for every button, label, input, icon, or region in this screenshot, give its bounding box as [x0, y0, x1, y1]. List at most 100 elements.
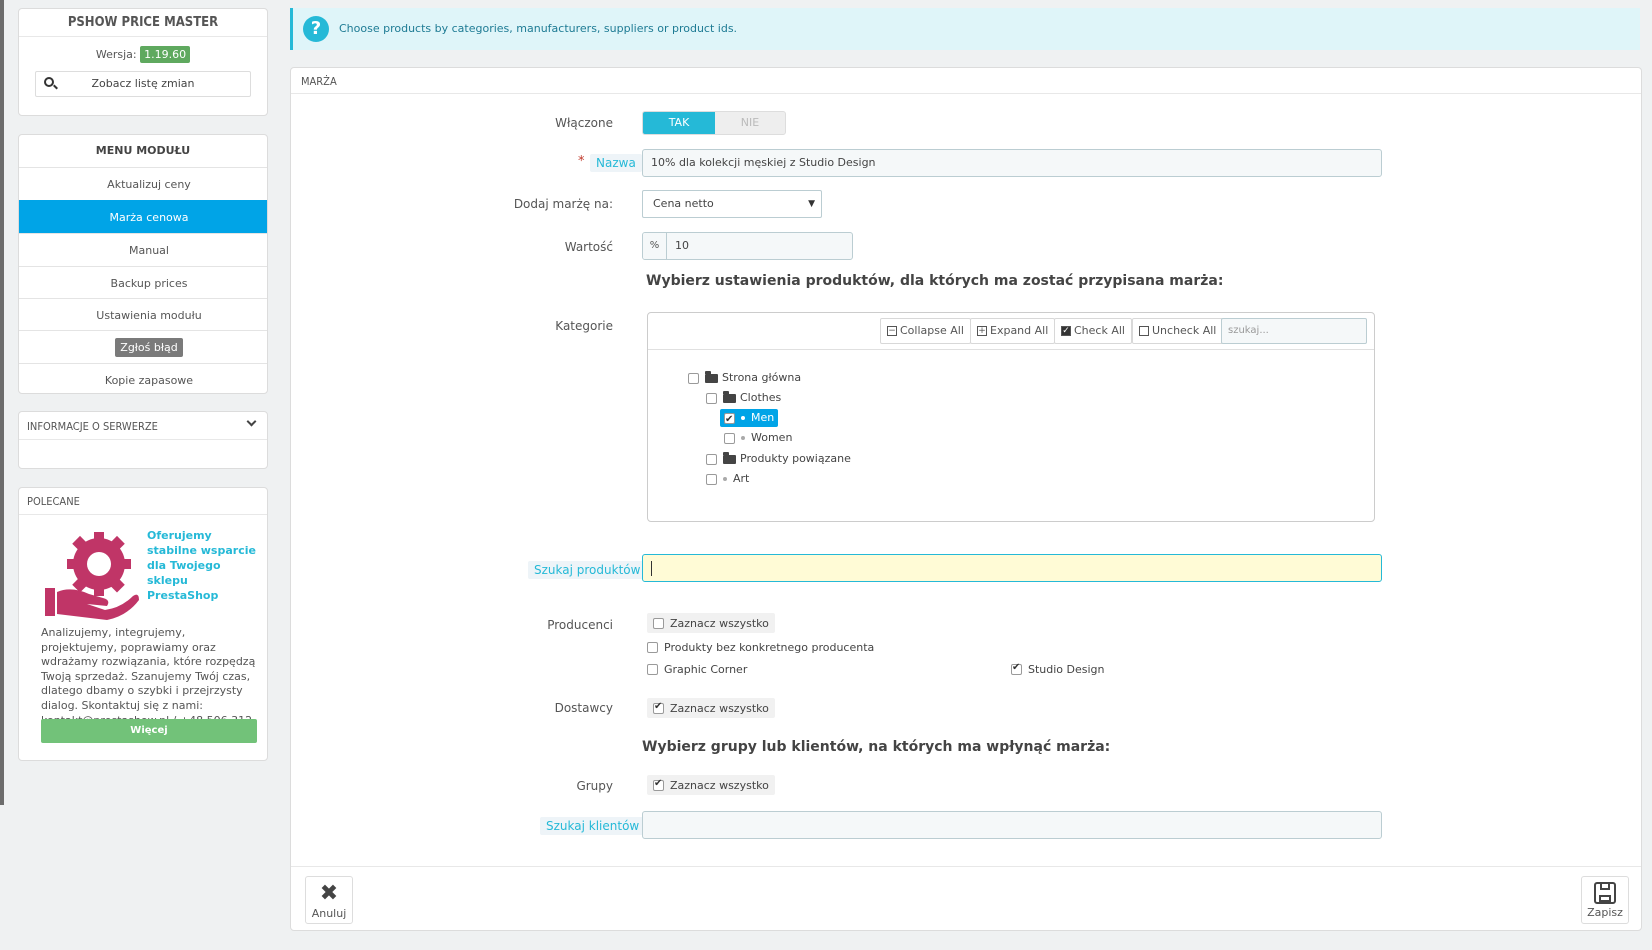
plus-square-icon: + — [977, 326, 987, 336]
menu-item-label: Kopie zapasowe — [104, 374, 194, 387]
divider — [19, 514, 267, 515]
value-prefix: % — [643, 233, 667, 259]
tree-toolbar-divider — [648, 349, 1374, 350]
menu-item-backup-prices[interactable]: Backup prices — [19, 266, 267, 300]
search-icon-handle — [53, 84, 58, 90]
tree-label: Strona główna — [722, 371, 802, 384]
checkbox-label: Zaznacz wszystko — [670, 701, 769, 715]
left-edge — [0, 0, 4, 805]
close-icon: ✖ — [319, 881, 339, 906]
divider — [19, 36, 267, 37]
group-select-all[interactable]: Zaznacz wszystko — [647, 775, 775, 795]
suppliers-label: Dostawcy — [554, 701, 613, 715]
changelog-button[interactable]: Zobacz listę zmian — [35, 71, 251, 97]
more-button[interactable]: Więcej — [41, 719, 257, 743]
tree-checkbox[interactable] — [724, 432, 735, 444]
checkbox-label: Produkty bez konkretnego producenta — [664, 640, 875, 654]
manufacturer-graphic-corner[interactable]: Graphic Corner — [647, 662, 747, 676]
manufacturer-none[interactable]: Produkty bez konkretnego producenta — [647, 640, 874, 654]
cancel-label: Anuluj — [311, 907, 347, 920]
tree-checkbox[interactable] — [706, 453, 717, 465]
tree-node-men[interactable]: Men — [720, 409, 779, 429]
value-input[interactable]: 10 — [675, 233, 689, 259]
recommended-panel: POLECANE Oferujemy stabilne wsparcie dla… — [18, 487, 268, 761]
menu-item-label: Aktualizuj ceny — [107, 178, 191, 191]
cancel-button[interactable]: ✖ Anuluj — [305, 876, 353, 924]
checkbox[interactable] — [653, 701, 664, 714]
menu-item-manual[interactable]: Manual — [19, 233, 267, 267]
tree-label: Women — [751, 431, 793, 444]
bullet-icon — [741, 436, 745, 440]
expand-all-button[interactable]: + Expand All — [970, 318, 1056, 344]
help-icon: ? — [303, 16, 329, 42]
manufacturer-select-all[interactable]: Zaznacz wszystko — [647, 613, 775, 633]
add-margin-select[interactable]: Cena netto ▼ — [642, 190, 822, 218]
search-customers-label: Szukaj klientów — [540, 817, 646, 835]
caret-down-icon: ▼ — [808, 199, 815, 209]
tree-node-related[interactable]: Produkty powiązane — [706, 450, 851, 468]
server-info-panel: INFORMACJE O SERWERZE — [18, 411, 268, 469]
tree-node-home[interactable]: Strona główna — [688, 369, 801, 387]
collapse-all-button[interactable]: − Collapse All — [880, 318, 971, 344]
bullet-icon — [741, 416, 745, 420]
tree-node-art[interactable]: Art — [706, 470, 749, 488]
tree-search-placeholder: szukaj... — [1228, 325, 1269, 336]
menu-item-label: Backup prices — [110, 277, 188, 290]
tree-checkbox[interactable] — [706, 392, 717, 404]
search-customers-input[interactable] — [642, 811, 1382, 839]
version-badge: 1.19.60 — [140, 46, 191, 63]
menu-item-module-settings[interactable]: Ustawienia modułu — [19, 298, 267, 332]
check-all-button[interactable]: ✓ Check All — [1054, 318, 1132, 344]
tree-search-input[interactable]: szukaj... — [1221, 318, 1367, 344]
expand-all-label: Expand All — [990, 324, 1049, 337]
checkbox[interactable] — [647, 663, 658, 675]
search-products-input[interactable] — [642, 554, 1382, 582]
changelog-label: Zobacz listę zmian — [91, 77, 195, 90]
empty-square-icon — [1139, 326, 1149, 336]
value-label: Wartość — [564, 240, 613, 254]
margin-form-panel: MARŻA Włączone TAK NIE * Nazwa 10% dla k… — [290, 67, 1642, 931]
uncheck-all-button[interactable]: Uncheck All — [1132, 318, 1224, 344]
name-label: Nazwa — [590, 154, 642, 172]
version-label: Wersja: — [95, 48, 137, 61]
menu-item-label: Marża cenowa — [109, 211, 189, 224]
supplier-select-all[interactable]: Zaznacz wszystko — [647, 698, 775, 718]
promo-heading[interactable]: Oferujemy stabilne wsparcie dla Twojego … — [147, 528, 259, 603]
checkbox-label: Graphic Corner — [664, 662, 748, 676]
manufacturer-studio-design[interactable]: Studio Design — [1011, 662, 1105, 676]
name-input[interactable]: 10% dla kolekcji męskiej z Studio Design — [642, 149, 1382, 177]
gear-hand-icon — [45, 532, 139, 620]
recommended-title: POLECANE — [27, 495, 80, 508]
checkbox[interactable] — [1011, 662, 1022, 675]
checkbox[interactable] — [647, 641, 658, 653]
collapse-all-label: Collapse All — [900, 324, 964, 337]
version-row: Wersja: 1.19.60 — [19, 46, 267, 63]
checkbox[interactable] — [653, 617, 664, 629]
chevron-down-icon — [246, 416, 257, 427]
tree-checkbox[interactable] — [724, 411, 735, 429]
manufacturers-label: Producenci — [547, 618, 613, 632]
divider — [291, 93, 1641, 94]
menu-item-update-prices[interactable]: Aktualizuj ceny — [19, 167, 267, 201]
text-cursor — [651, 561, 652, 576]
tree-node-women[interactable]: Women — [724, 429, 792, 447]
add-margin-label: Dodaj marżę na: — [513, 197, 613, 211]
enabled-label: Włączone — [555, 116, 613, 130]
checkbox-label: Zaznacz wszystko — [670, 778, 769, 792]
tree-label: Clothes — [740, 391, 782, 404]
menu-item-backups[interactable]: Kopie zapasowe — [19, 363, 267, 393]
server-info-header[interactable]: INFORMACJE O SERWERZE — [19, 412, 267, 440]
menu-item-report-bug[interactable]: Zgłoś błąd — [19, 330, 267, 364]
tree-node-clothes[interactable]: Clothes — [706, 389, 781, 407]
checkbox-label: Studio Design — [1028, 662, 1105, 676]
save-button[interactable]: Zapisz — [1581, 876, 1629, 924]
enabled-toggle[interactable]: TAK NIE — [642, 111, 786, 135]
info-alert: ? Choose products by categories, manufac… — [290, 8, 1640, 50]
menu-item-price-margin[interactable]: Marża cenowa — [19, 200, 267, 234]
folder-open-icon — [705, 370, 718, 383]
toggle-yes[interactable]: TAK — [643, 112, 715, 134]
tree-checkbox[interactable] — [688, 372, 699, 384]
checkbox[interactable] — [653, 778, 664, 791]
tree-checkbox[interactable] — [706, 473, 717, 485]
toggle-no[interactable]: NIE — [715, 112, 785, 134]
